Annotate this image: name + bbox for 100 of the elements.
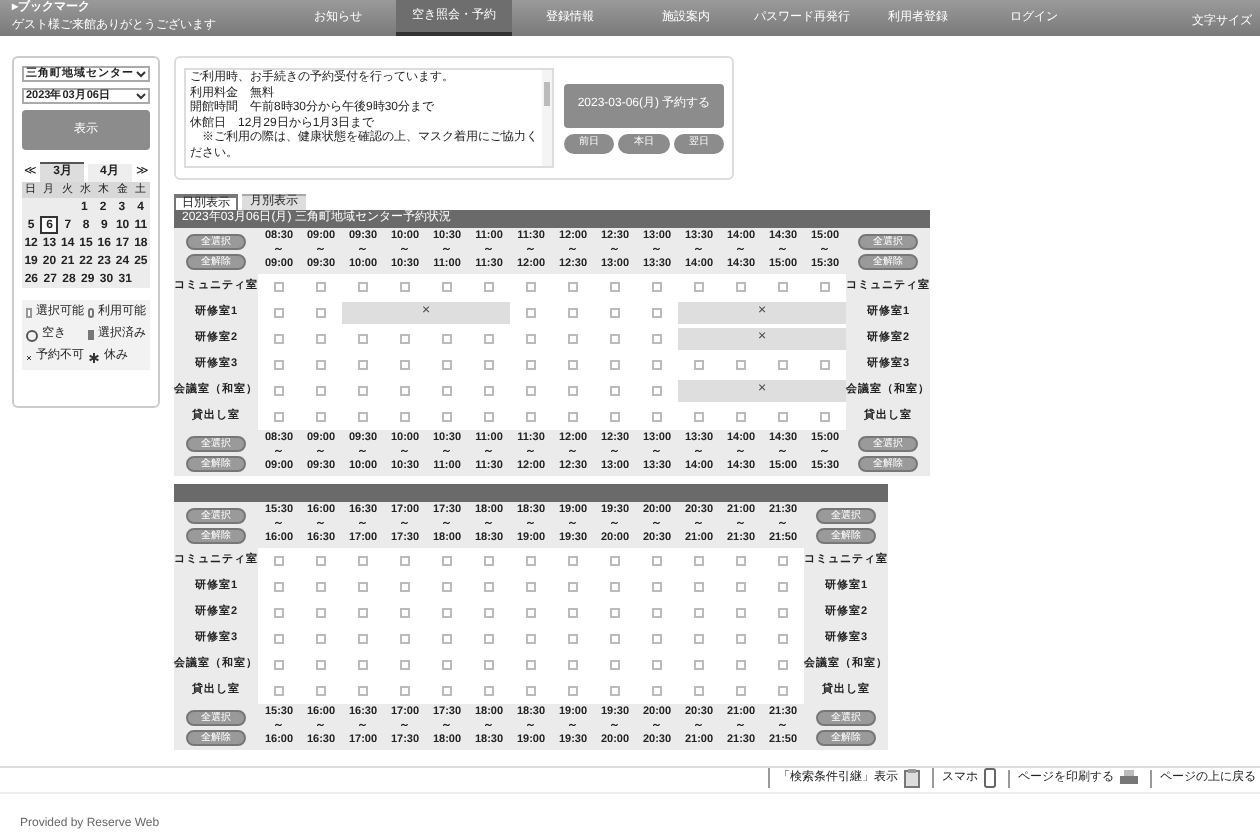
slot-checkbox[interactable] — [610, 556, 620, 566]
slot-checkbox[interactable] — [442, 556, 452, 566]
slot-checkbox[interactable] — [694, 282, 704, 292]
slot-checkbox[interactable] — [484, 386, 494, 396]
slot-checkbox[interactable] — [694, 556, 704, 566]
slot-checkbox[interactable] — [484, 686, 494, 696]
slot-checkbox[interactable] — [778, 582, 788, 592]
slot-checkbox[interactable] — [652, 386, 662, 396]
slot-checkbox[interactable] — [484, 634, 494, 644]
slot-checkbox[interactable] — [568, 308, 578, 318]
slot-checkbox[interactable] — [484, 556, 494, 566]
slot-checkbox[interactable] — [568, 334, 578, 344]
slot-checkbox[interactable] — [568, 582, 578, 592]
slot-checkbox[interactable] — [568, 282, 578, 292]
slot-checkbox[interactable] — [274, 282, 284, 292]
slot-checkbox[interactable] — [778, 412, 788, 422]
slot-checkbox[interactable] — [694, 360, 704, 370]
slot-checkbox[interactable] — [568, 412, 578, 422]
slot-checkbox[interactable] — [526, 582, 536, 592]
slot-checkbox[interactable] — [820, 412, 830, 422]
slot-checkbox[interactable] — [358, 360, 368, 370]
slot-checkbox[interactable] — [274, 308, 284, 318]
slot-checkbox[interactable] — [316, 660, 326, 670]
slot-checkbox[interactable] — [652, 686, 662, 696]
slot-checkbox[interactable] — [358, 334, 368, 344]
slot-checkbox[interactable] — [652, 412, 662, 422]
slot-checkbox[interactable] — [358, 634, 368, 644]
slot-checkbox[interactable] — [610, 386, 620, 396]
slot-checkbox[interactable] — [694, 582, 704, 592]
slot-checkbox[interactable] — [652, 608, 662, 618]
slot-checkbox[interactable] — [316, 308, 326, 318]
slot-checkbox[interactable] — [694, 634, 704, 644]
slot-checkbox[interactable] — [484, 660, 494, 670]
slot-checkbox[interactable] — [316, 556, 326, 566]
slot-checkbox[interactable] — [274, 412, 284, 422]
slot-checkbox[interactable] — [400, 412, 410, 422]
slot-checkbox[interactable] — [316, 582, 326, 592]
slot-checkbox[interactable] — [652, 360, 662, 370]
slot-checkbox[interactable] — [778, 282, 788, 292]
slot-checkbox[interactable] — [316, 608, 326, 618]
slot-checkbox[interactable] — [736, 556, 746, 566]
slot-checkbox[interactable] — [526, 634, 536, 644]
slot-checkbox[interactable] — [442, 582, 452, 592]
slot-checkbox[interactable] — [274, 386, 284, 396]
slot-checkbox[interactable] — [484, 282, 494, 292]
slot-checkbox[interactable] — [400, 608, 410, 618]
slot-checkbox[interactable] — [442, 386, 452, 396]
slot-checkbox[interactable] — [442, 282, 452, 292]
slot-checkbox[interactable] — [442, 660, 452, 670]
slot-checkbox[interactable] — [736, 412, 746, 422]
slot-checkbox[interactable] — [442, 608, 452, 618]
slot-checkbox[interactable] — [526, 608, 536, 618]
slot-checkbox[interactable] — [526, 360, 536, 370]
slot-checkbox[interactable] — [610, 282, 620, 292]
slot-checkbox[interactable] — [358, 686, 368, 696]
slot-checkbox[interactable] — [358, 556, 368, 566]
slot-checkbox[interactable] — [358, 282, 368, 292]
slot-checkbox[interactable] — [568, 360, 578, 370]
slot-checkbox[interactable] — [274, 360, 284, 370]
slot-checkbox[interactable] — [400, 360, 410, 370]
slot-checkbox[interactable] — [442, 334, 452, 344]
slot-checkbox[interactable] — [400, 582, 410, 592]
slot-checkbox[interactable] — [652, 334, 662, 344]
slot-checkbox[interactable] — [316, 282, 326, 292]
slot-checkbox[interactable] — [358, 386, 368, 396]
slot-checkbox[interactable] — [778, 608, 788, 618]
slot-checkbox[interactable] — [316, 412, 326, 422]
slot-checkbox[interactable] — [274, 686, 284, 696]
slot-checkbox[interactable] — [610, 608, 620, 618]
slot-checkbox[interactable] — [274, 608, 284, 618]
slot-checkbox[interactable] — [526, 386, 536, 396]
slot-checkbox[interactable] — [736, 686, 746, 696]
slot-checkbox[interactable] — [610, 634, 620, 644]
slot-checkbox[interactable] — [400, 282, 410, 292]
slot-checkbox[interactable] — [400, 386, 410, 396]
slot-checkbox[interactable] — [778, 686, 788, 696]
slot-checkbox[interactable] — [610, 308, 620, 318]
slot-checkbox[interactable] — [400, 556, 410, 566]
slot-checkbox[interactable] — [274, 582, 284, 592]
slot-checkbox[interactable] — [568, 686, 578, 696]
slot-checkbox[interactable] — [316, 360, 326, 370]
slot-checkbox[interactable] — [316, 634, 326, 644]
slot-checkbox[interactable] — [736, 360, 746, 370]
slot-checkbox[interactable] — [358, 660, 368, 670]
slot-checkbox[interactable] — [610, 412, 620, 422]
slot-checkbox[interactable] — [526, 282, 536, 292]
slot-checkbox[interactable] — [652, 582, 662, 592]
slot-checkbox[interactable] — [610, 660, 620, 670]
slot-checkbox[interactable] — [484, 412, 494, 422]
slot-checkbox[interactable] — [526, 308, 536, 318]
slot-checkbox[interactable] — [568, 386, 578, 396]
slot-checkbox[interactable] — [652, 556, 662, 566]
slot-checkbox[interactable] — [484, 334, 494, 344]
slot-checkbox[interactable] — [652, 634, 662, 644]
slot-checkbox[interactable] — [652, 282, 662, 292]
slot-checkbox[interactable] — [778, 660, 788, 670]
slot-checkbox[interactable] — [652, 308, 662, 318]
slot-checkbox[interactable] — [400, 634, 410, 644]
slot-checkbox[interactable] — [274, 634, 284, 644]
slot-checkbox[interactable] — [694, 412, 704, 422]
